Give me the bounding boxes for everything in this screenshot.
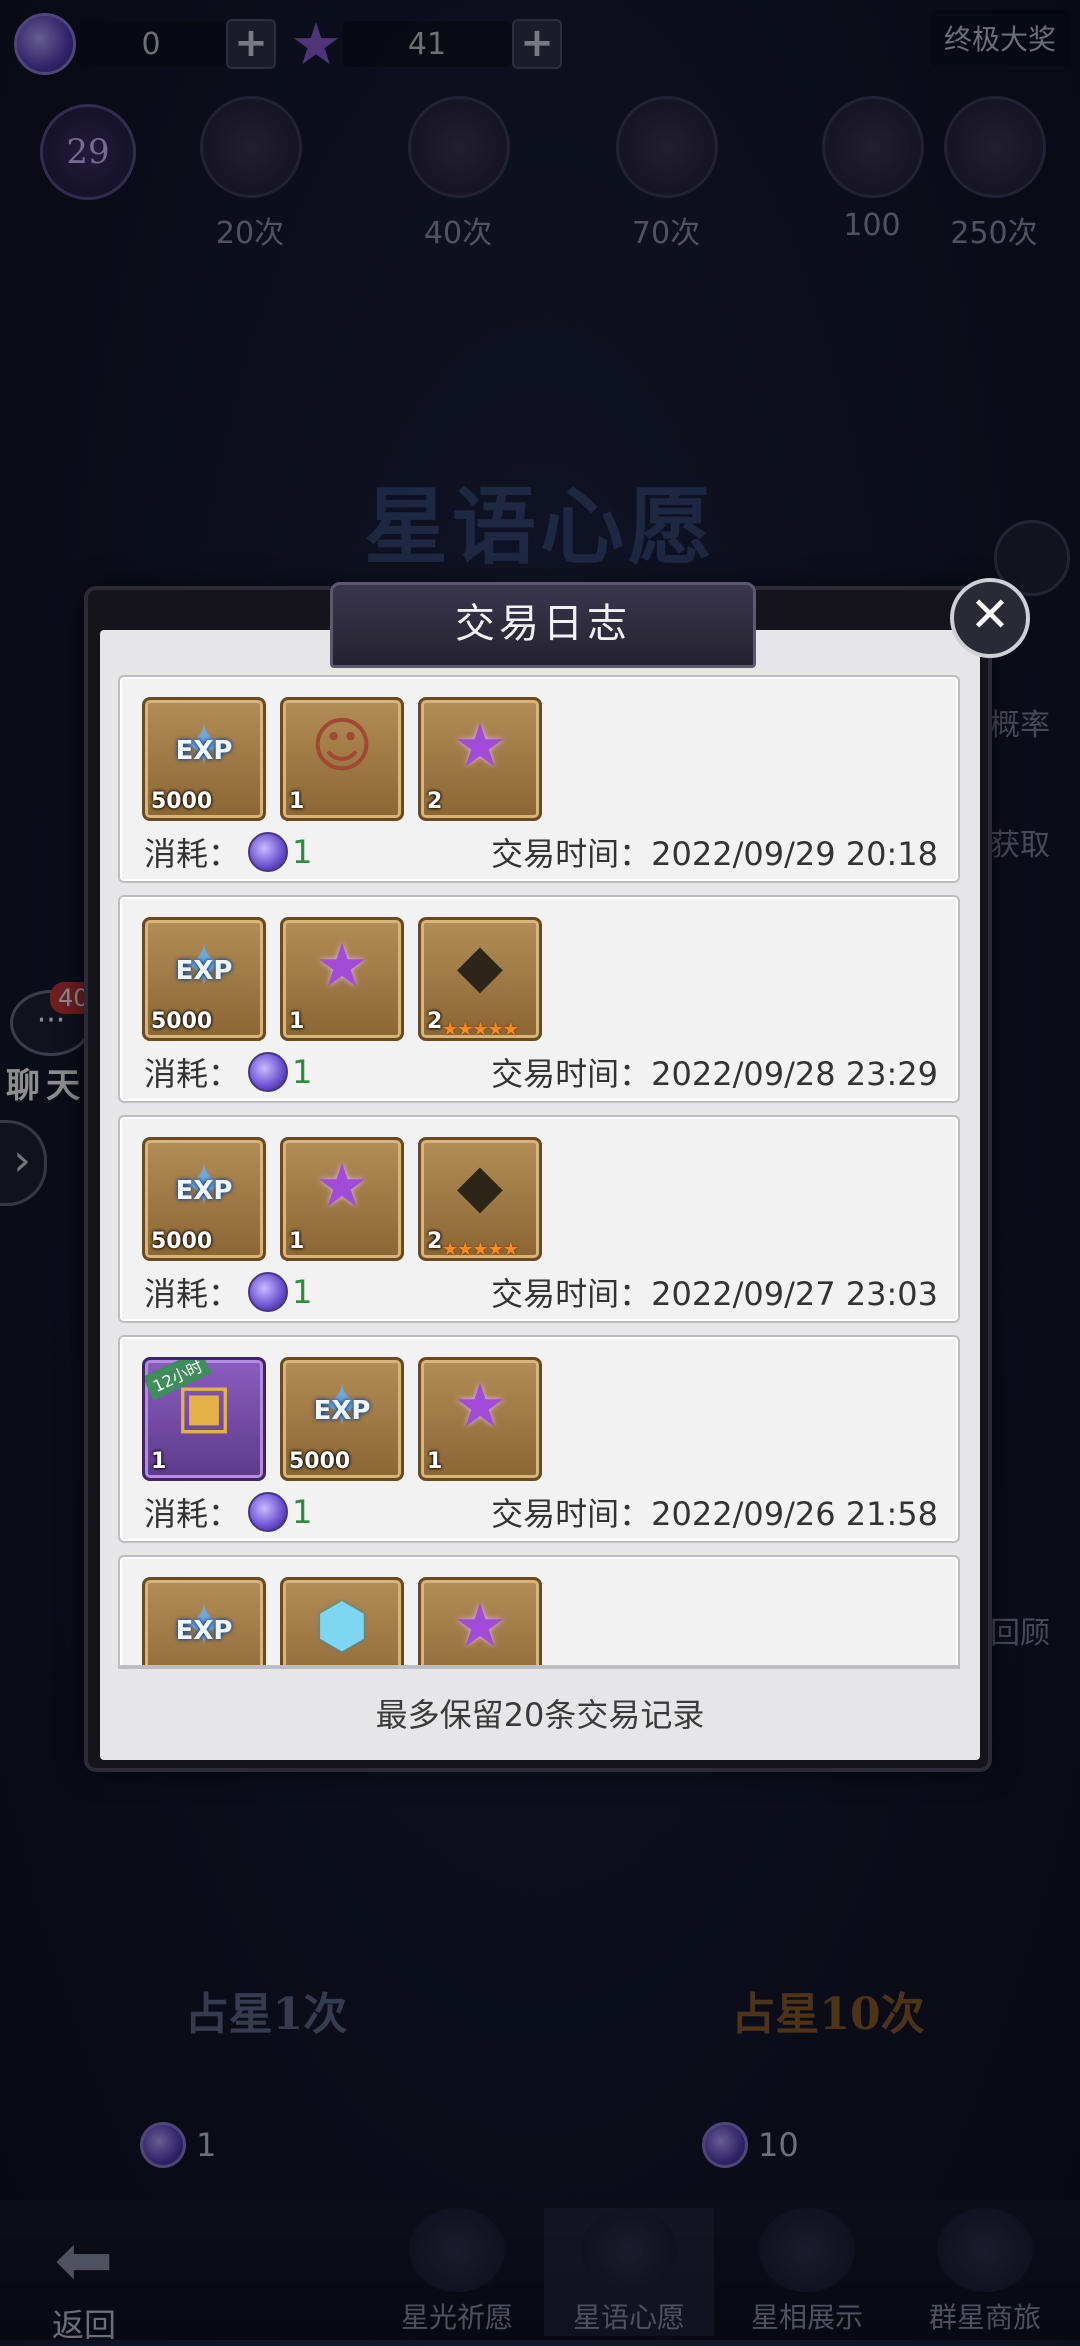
item-quantity: 2 <box>427 789 443 814</box>
exp-label: EXP <box>175 1616 233 1646</box>
item-quantity: 5000 <box>151 1229 213 1254</box>
time-value: 2022/09/28 23:29 <box>651 1055 938 1093</box>
trade-record-row: ✦EXP5000⬢1★2消耗：1 <box>118 1555 960 1665</box>
rarity-stars: ★★★★★ <box>442 1239 519 1260</box>
reward-item[interactable]: ⬢1 <box>280 1577 404 1665</box>
cost-amount: 1 <box>292 1493 313 1531</box>
time-label: 交易时间： <box>491 1275 652 1313</box>
purple-star-icon: ★ <box>453 1591 507 1661</box>
time-label: 交易时间： <box>491 1495 652 1533</box>
orb-icon <box>248 1492 289 1532</box>
trade-record-row: ▣ 12小时 1 ✦ EXP 5000 ★ 1 消耗： 1 交易时间：2022/09/26 21:5… <box>118 1335 960 1543</box>
trade-record-list[interactable]: ✦ EXP 5000 ☺ 1 ★ 2 消耗： 1 交易时间：2022/09/29 20:18 ✦ EX… <box>118 675 960 1665</box>
reward-item[interactable]: ★ 1 <box>280 1137 404 1261</box>
time-value: 2022/09/27 23:03 <box>651 1275 938 1313</box>
reward-item[interactable]: ✦EXP5000 <box>142 697 266 821</box>
reward-item[interactable]: ✦EXP5000 <box>142 917 266 1041</box>
close-icon: ✕ <box>969 587 1011 643</box>
record-limit-note: 最多保留20条交易记录 <box>375 1696 705 1734</box>
cost-label: 消耗： <box>144 1495 241 1533</box>
exp-label: EXP <box>175 736 233 766</box>
time-value: 2022/09/29 20:18 <box>651 835 938 873</box>
cost-label: 消耗： <box>144 1275 241 1313</box>
orb-icon <box>248 832 289 872</box>
item-quantity: 1 <box>151 1449 167 1474</box>
item-quantity: 1 <box>289 1229 305 1254</box>
reward-item[interactable]: ★2 <box>418 1577 542 1665</box>
item-quantity: 1 <box>289 789 305 814</box>
cost-info: 消耗： 1 <box>144 1049 312 1095</box>
cost-info: 消耗： 1 <box>144 829 312 875</box>
modal-title: 交易日志 <box>330 582 756 668</box>
time-label: 交易时间： <box>491 835 652 873</box>
hooded-figure-icon: ◆ <box>456 1151 504 1221</box>
reward-item[interactable]: ◆ 2 ★★★★★ <box>418 917 542 1041</box>
close-button[interactable]: ✕ <box>950 578 1030 658</box>
cost-info: 消耗： 1 <box>144 1269 312 1315</box>
reward-item[interactable]: ▣ 12小时 1 <box>142 1357 266 1481</box>
divider <box>118 1665 960 1669</box>
reward-item[interactable]: ✦EXP5000 <box>280 1357 404 1481</box>
orb-icon <box>248 1052 289 1092</box>
trade-time: 交易时间：2022/09/27 23:03 <box>491 1269 938 1315</box>
time-value: 2022/09/26 21:58 <box>651 1495 938 1533</box>
purple-star-icon: ★ <box>453 1371 507 1441</box>
reward-items: ✦ EXP 5000 ★ 1 ◆ 2 ★★★★★ <box>142 917 542 1041</box>
trade-record-row: ✦ EXP 5000 ☺ 1 ★ 2 消耗： 1 交易时间：2022/09/29 20:18 <box>118 675 960 883</box>
time-label: 交易时间： <box>491 1055 652 1093</box>
trade-time: 交易时间：2022/09/26 21:58 <box>491 1489 938 1535</box>
reward-item[interactable]: ★2 <box>418 697 542 821</box>
reward-items: ✦EXP5000⬢1★2 <box>142 1577 542 1665</box>
reward-item[interactable]: ◆ 2 ★★★★★ <box>418 1137 542 1261</box>
trade-time: 交易时间：2022/09/28 23:29 <box>491 1049 938 1095</box>
reward-item[interactable]: ★ 1 <box>280 917 404 1041</box>
purple-star-icon: ★ <box>315 931 369 1001</box>
trade-record-row: ✦ EXP 5000 ★ 1 ◆ 2 ★★★★★ 消耗： 1 交易时间：2022/09/27 23:… <box>118 1115 960 1323</box>
exp-label: EXP <box>313 1396 371 1426</box>
purple-star-icon: ★ <box>315 1151 369 1221</box>
item-quantity: 5000 <box>151 789 213 814</box>
hero-portrait-icon: ☺ <box>310 711 374 781</box>
orb-icon <box>248 1272 289 1312</box>
purple-star-icon: ★ <box>453 711 507 781</box>
reward-item[interactable]: ☺ 1 <box>280 697 404 821</box>
reward-items: ✦ EXP 5000 ★ 1 ◆ 2 ★★★★★ <box>142 1137 542 1261</box>
trade-time: 交易时间：2022/09/29 20:18 <box>491 829 938 875</box>
cost-label: 消耗： <box>144 1055 241 1093</box>
rarity-stars: ★★★★★ <box>442 1019 519 1040</box>
reward-items: ▣ 12小时 1 ✦ EXP 5000 ★ 1 <box>142 1357 542 1481</box>
reward-item[interactable]: ✦EXP5000 <box>142 1577 266 1665</box>
item-quantity: 1 <box>427 1449 443 1474</box>
cost-amount: 1 <box>292 833 313 871</box>
cost-label: 消耗： <box>144 835 241 873</box>
reward-item[interactable]: ✦EXP5000 <box>142 1137 266 1261</box>
exp-label: EXP <box>175 1176 233 1206</box>
exp-label: EXP <box>175 956 233 986</box>
item-quantity: 5000 <box>151 1009 213 1034</box>
reward-item[interactable]: ★ 1 <box>418 1357 542 1481</box>
item-quantity: 5000 <box>289 1449 351 1474</box>
hooded-figure-icon: ◆ <box>456 931 504 1001</box>
reward-items: ✦ EXP 5000 ☺ 1 ★ 2 <box>142 697 542 821</box>
blue-crystal-icon: ⬢ <box>315 1591 369 1661</box>
trade-record-row: ✦ EXP 5000 ★ 1 ◆ 2 ★★★★★ 消耗： 1 交易时间：2022/09/28 23:… <box>118 895 960 1103</box>
cost-info: 消耗： 1 <box>144 1489 312 1535</box>
cost-amount: 1 <box>292 1053 313 1091</box>
cost-amount: 1 <box>292 1273 313 1311</box>
item-quantity: 1 <box>289 1009 305 1034</box>
